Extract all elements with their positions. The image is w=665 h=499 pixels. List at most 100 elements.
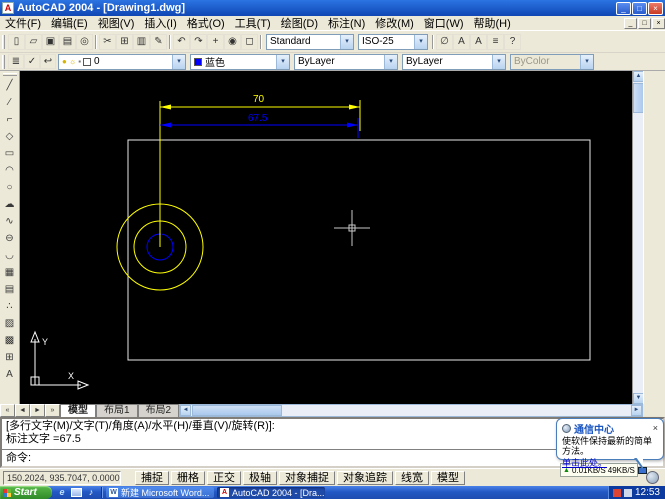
make-layer-current-icon[interactable]: ✓ <box>24 54 40 69</box>
menu-file[interactable]: 文件(F) <box>0 15 46 31</box>
properties-icon[interactable]: ≡ <box>487 34 504 50</box>
point-tool-icon[interactable]: ∴ <box>1 298 18 315</box>
chevron-down-icon[interactable]: ▾ <box>340 35 353 49</box>
model-space[interactable]: 70 67.5 Y X <box>20 71 632 404</box>
tab-first-button[interactable]: « <box>0 404 15 417</box>
layer-combo[interactable]: ● ☼ ▪ 0 ▾ <box>58 54 186 70</box>
toolbar-grip[interactable] <box>2 35 5 49</box>
layer-manager-icon[interactable]: ≣ <box>8 54 24 69</box>
hatch-tool-icon[interactable]: ▨ <box>1 315 18 332</box>
save-icon[interactable]: ▣ <box>42 34 59 50</box>
horizontal-scrollbar[interactable]: ◄ ► <box>179 404 643 417</box>
text-style-combo[interactable]: Standard ▾ <box>266 34 354 50</box>
media-player-icon[interactable]: ♪ <box>85 487 97 498</box>
color-combo[interactable]: 蓝色 ▾ <box>190 54 290 70</box>
task-autocad[interactable]: A AutoCAD 2004 - [Dra... <box>217 487 325 498</box>
new-icon[interactable]: ▯ <box>8 34 25 50</box>
menu-view[interactable]: 视图(V) <box>93 15 140 31</box>
tab-layout1[interactable]: 布局1 <box>96 404 138 417</box>
tray-icon-gray[interactable] <box>624 489 632 497</box>
insert-block-tool-icon[interactable]: ▦ <box>1 264 18 281</box>
table-tool-icon[interactable]: ⊞ <box>1 349 18 366</box>
ortho-toggle[interactable]: 正交 <box>207 471 241 485</box>
internet-explorer-icon[interactable]: e <box>56 487 68 498</box>
osnap-toggle[interactable]: 对象捕捉 <box>279 471 335 485</box>
toolbar-grip[interactable] <box>3 73 17 76</box>
mdi-minimize-button[interactable]: _ <box>624 18 637 29</box>
tab-prev-button[interactable]: ◄ <box>15 404 30 417</box>
menu-edit[interactable]: 编辑(E) <box>46 15 93 31</box>
show-desktop-icon[interactable] <box>71 488 82 497</box>
zoom-window-icon[interactable]: ◻ <box>241 34 258 50</box>
rectangle-tool-icon[interactable]: ▭ <box>1 145 18 162</box>
single-text-icon[interactable]: A <box>470 34 487 50</box>
restore-button[interactable]: □ <box>632 2 647 15</box>
copy-icon[interactable]: ⊞ <box>116 34 133 50</box>
text-style-icon[interactable]: A <box>453 34 470 50</box>
scroll-right-icon[interactable]: ► <box>631 405 642 416</box>
chevron-down-icon[interactable]: ▾ <box>414 35 427 49</box>
region-tool-icon[interactable]: ▩ <box>1 332 18 349</box>
coordinate-readout[interactable]: 150.2024, 935.7047, 0.0000 <box>3 471 121 485</box>
tab-model[interactable]: 模型 <box>60 404 96 417</box>
zoom-realtime-icon[interactable]: ◉ <box>224 34 241 50</box>
ellipse-arc-tool-icon[interactable]: ◡ <box>1 247 18 264</box>
part-outline-rectangle[interactable] <box>128 140 590 360</box>
pan-icon[interactable]: + <box>207 34 224 50</box>
scroll-left-icon[interactable]: ◄ <box>180 405 191 416</box>
polygon-tool-icon[interactable]: ◇ <box>1 128 18 145</box>
tab-next-button[interactable]: ► <box>30 404 45 417</box>
tab-last-button[interactable]: » <box>45 404 60 417</box>
menu-modify[interactable]: 修改(M) <box>370 15 419 31</box>
dim-text-70[interactable]: 70 <box>253 94 265 105</box>
construction-line-tool-icon[interactable]: ∕ <box>1 94 18 111</box>
mdi-close-button[interactable]: × <box>652 18 665 29</box>
minimize-button[interactable]: _ <box>616 2 631 15</box>
dim-text-67-5[interactable]: 67.5 <box>248 113 268 124</box>
redo-icon[interactable]: ↷ <box>190 34 207 50</box>
chevron-down-icon[interactable]: ▾ <box>492 55 505 69</box>
linetype-combo[interactable]: ByLayer ▾ <box>294 54 398 70</box>
balloon-link[interactable]: 单击此处。 <box>562 456 658 469</box>
help-icon[interactable]: ? <box>504 34 521 50</box>
menu-tools[interactable]: 工具(T) <box>230 15 276 31</box>
ellipse-tool-icon[interactable]: ⊖ <box>1 230 18 247</box>
menu-insert[interactable]: 插入(I) <box>139 15 181 31</box>
otrack-toggle[interactable]: 对象追踪 <box>337 471 393 485</box>
menu-format[interactable]: 格式(O) <box>182 15 230 31</box>
model-toggle[interactable]: 模型 <box>431 471 465 485</box>
dim-style-combo[interactable]: ISO-25 ▾ <box>358 34 428 50</box>
circle-tool-icon[interactable]: ○ <box>1 179 18 196</box>
cut-icon[interactable]: ✂ <box>99 34 116 50</box>
mtext-tool-icon[interactable]: A <box>1 366 18 383</box>
task-word[interactable]: W 新建 Microsoft Word... <box>106 487 214 498</box>
menu-dimension[interactable]: 标注(N) <box>323 15 370 31</box>
tab-layout2[interactable]: 布局2 <box>138 404 180 417</box>
arc-tool-icon[interactable]: ◠ <box>1 162 18 179</box>
paste-icon[interactable]: ▥ <box>133 34 150 50</box>
polar-toggle[interactable]: 极轴 <box>243 471 277 485</box>
make-block-tool-icon[interactable]: ▤ <box>1 281 18 298</box>
tray-icon-red[interactable] <box>613 489 621 497</box>
close-button[interactable]: × <box>648 2 663 15</box>
open-icon[interactable]: ▱ <box>25 34 42 50</box>
spline-tool-icon[interactable]: ∿ <box>1 213 18 230</box>
lineweight-combo[interactable]: ByLayer ▾ <box>402 54 506 70</box>
chevron-down-icon[interactable]: ▾ <box>172 55 185 69</box>
print-icon[interactable]: ▤ <box>59 34 76 50</box>
snap-toggle[interactable]: 捕捉 <box>135 471 169 485</box>
revision-cloud-tool-icon[interactable]: ☁ <box>1 196 18 213</box>
chevron-down-icon[interactable]: ▾ <box>384 55 397 69</box>
menu-window[interactable]: 窗口(W) <box>419 15 469 31</box>
lineweight-toggle[interactable]: 线宽 <box>395 471 429 485</box>
horizontal-scroll-thumb[interactable] <box>192 405 282 416</box>
communication-center-icon[interactable] <box>646 471 659 484</box>
toolbar-grip[interactable] <box>2 55 5 69</box>
vertical-scrollbar[interactable]: ▲ ▼ <box>632 71 643 404</box>
polyline-tool-icon[interactable]: ⌐ <box>1 111 18 128</box>
plot-preview-icon[interactable]: ◎ <box>76 34 93 50</box>
balloon-close-icon[interactable]: × <box>653 424 658 433</box>
mdi-restore-button[interactable]: □ <box>638 18 651 29</box>
dim-edit-icon[interactable]: ∅ <box>436 34 453 50</box>
line-tool-icon[interactable]: ╱ <box>1 77 18 94</box>
